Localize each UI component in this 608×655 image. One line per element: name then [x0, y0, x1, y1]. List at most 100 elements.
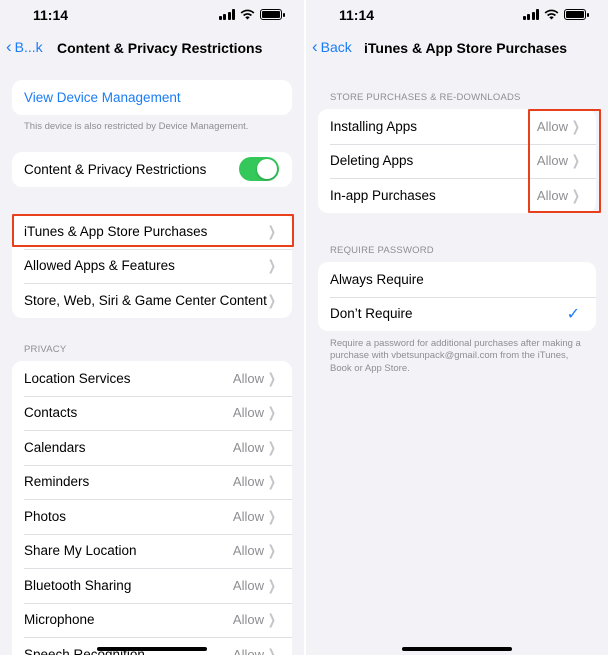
- privacy-item-label: Reminders: [24, 474, 90, 490]
- store-purchases-list: Installing Apps Allow ❯ Deleting Apps Allow…: [318, 109, 596, 213]
- page-title: Content & Privacy Restrictions: [57, 40, 263, 56]
- chevron-right-icon: ❯: [268, 404, 277, 421]
- checkmark-icon: ✓: [566, 305, 580, 323]
- privacy-list: Location Services Allow ❯ Contacts Allow ❯ C…: [12, 361, 292, 655]
- privacy-item-label: Bluetooth Sharing: [24, 577, 132, 593]
- view-device-management-link[interactable]: View Device Management: [12, 80, 292, 115]
- privacy-item-calendars[interactable]: Calendars Allow ❯: [12, 430, 292, 465]
- privacy-item-contacts[interactable]: Contacts Allow ❯: [12, 395, 292, 431]
- back-button[interactable]: ‹ B...k: [6, 38, 43, 55]
- option-always-require[interactable]: Always Require: [318, 262, 596, 297]
- store-item-value: Allow: [536, 187, 568, 203]
- privacy-item-value: Allow: [232, 612, 264, 628]
- chevron-left-icon: ‹: [312, 37, 318, 56]
- privacy-item-value: Allow: [232, 543, 264, 559]
- menu-item-label: Store, Web, Siri & Game Center Content: [24, 292, 267, 308]
- privacy-item-value: Allow: [232, 577, 264, 593]
- privacy-item-label: Calendars: [24, 439, 86, 455]
- privacy-item-share-location[interactable]: Share My Location Allow ❯: [12, 533, 292, 569]
- home-indicator[interactable]: [97, 647, 207, 651]
- device-management-group: View Device Management: [12, 80, 292, 115]
- store-item-in-app-purchases[interactable]: In-app Purchases Allow ❯: [318, 178, 596, 213]
- option-dont-require[interactable]: Don’t Require ✓: [318, 296, 596, 332]
- privacy-item-photos[interactable]: Photos Allow ❯: [12, 499, 292, 534]
- chevron-right-icon: ❯: [572, 117, 581, 134]
- require-password-header: REQUIRE PASSWORD: [330, 245, 434, 256]
- status-icons: [218, 9, 285, 20]
- status-time: 11:14: [339, 7, 375, 23]
- privacy-item-speech-recognition[interactable]: Speech Recognition Allow ❯: [12, 637, 292, 655]
- chevron-right-icon: ❯: [268, 291, 277, 308]
- menu-item-itunes-purchases[interactable]: iTunes & App Store Purchases ❯: [12, 214, 292, 249]
- privacy-item-value: Allow: [232, 508, 264, 524]
- chevron-right-icon: ❯: [268, 369, 277, 386]
- chevron-right-icon: ❯: [268, 576, 277, 593]
- wifi-icon: [544, 9, 559, 20]
- page-title: iTunes & App Store Purchases: [364, 40, 568, 56]
- privacy-item-reminders[interactable]: Reminders Allow ❯: [12, 464, 292, 500]
- privacy-item-value: Allow: [232, 646, 264, 655]
- store-item-installing-apps[interactable]: Installing Apps Allow ❯: [318, 109, 596, 144]
- privacy-item-value: Allow: [232, 370, 264, 386]
- option-label: Always Require: [330, 271, 424, 287]
- privacy-item-value: Allow: [232, 439, 264, 455]
- back-label: Back: [320, 38, 352, 55]
- option-label: Don’t Require: [330, 306, 413, 322]
- chevron-right-icon: ❯: [268, 257, 277, 274]
- restrictions-toggle-row: Content & Privacy Restrictions: [12, 152, 292, 187]
- restrictions-menu: iTunes & App Store Purchases ❯ Allowed A…: [12, 214, 292, 318]
- chevron-right-icon: ❯: [268, 611, 277, 628]
- store-item-label: Deleting Apps: [330, 153, 414, 169]
- store-item-label: In-app Purchases: [330, 187, 436, 203]
- menu-item-content-restrictions[interactable]: Store, Web, Siri & Game Center Content ❯: [12, 283, 292, 318]
- chevron-right-icon: ❯: [268, 473, 277, 490]
- store-item-label: Installing Apps: [330, 118, 418, 134]
- menu-item-allowed-apps[interactable]: Allowed Apps & Features ❯: [12, 248, 292, 284]
- privacy-item-bluetooth-sharing[interactable]: Bluetooth Sharing Allow ❯: [12, 568, 292, 603]
- chevron-left-icon: ‹: [6, 37, 12, 56]
- privacy-item-value: Allow: [232, 405, 264, 421]
- signal-icon: [218, 9, 235, 20]
- status-time: 11:14: [33, 7, 69, 23]
- restrictions-toggle[interactable]: [239, 157, 279, 181]
- privacy-item-location-services[interactable]: Location Services Allow ❯: [12, 361, 292, 396]
- chevron-right-icon: ❯: [572, 152, 581, 169]
- restrictions-toggle-group: Content & Privacy Restrictions: [12, 152, 292, 187]
- right-screen: 11:14 ‹ Back iTunes & App Store Purchase…: [306, 0, 608, 655]
- nav-bar: ‹ B...k Content & Privacy Restrictions: [0, 36, 304, 62]
- device-management-label: View Device Management: [24, 89, 181, 105]
- menu-item-label: iTunes & App Store Purchases: [24, 223, 208, 239]
- privacy-item-label: Microphone: [24, 612, 95, 628]
- chevron-right-icon: ❯: [268, 222, 277, 239]
- wifi-icon: [240, 9, 255, 20]
- left-screen: 11:14 ‹ B...k Content & Privacy Restrict…: [0, 0, 304, 655]
- store-item-value: Allow: [536, 153, 568, 169]
- chevron-right-icon: ❯: [268, 542, 277, 559]
- privacy-item-label: Contacts: [24, 405, 78, 421]
- back-button[interactable]: ‹ Back: [312, 38, 352, 55]
- status-icons: [522, 9, 589, 20]
- privacy-item-label: Share My Location: [24, 543, 137, 559]
- nav-bar: ‹ Back iTunes & App Store Purchases: [306, 36, 608, 62]
- chevron-right-icon: ❯: [268, 507, 277, 524]
- store-item-deleting-apps[interactable]: Deleting Apps Allow ❯: [318, 143, 596, 179]
- privacy-item-value: Allow: [232, 474, 264, 490]
- store-item-value: Allow: [536, 118, 568, 134]
- battery-icon: [564, 9, 589, 20]
- status-bar: 11:14: [0, 6, 304, 26]
- signal-icon: [522, 9, 539, 20]
- privacy-item-label: Photos: [24, 508, 67, 524]
- back-label: B...k: [14, 38, 43, 55]
- menu-item-label: Allowed Apps & Features: [24, 258, 175, 274]
- status-bar: 11:14: [306, 6, 608, 26]
- chevron-right-icon: ❯: [268, 645, 277, 655]
- require-password-list: Always Require Don’t Require ✓: [318, 262, 596, 331]
- password-footer-note: Require a password for additional purcha…: [330, 338, 581, 374]
- battery-icon: [260, 9, 285, 20]
- home-indicator[interactable]: [402, 647, 512, 651]
- privacy-item-label: Location Services: [24, 370, 131, 386]
- device-management-note: This device is also restricted by Device…: [24, 121, 249, 132]
- toggle-knob: [257, 159, 277, 179]
- chevron-right-icon: ❯: [572, 186, 581, 203]
- privacy-item-microphone[interactable]: Microphone Allow ❯: [12, 602, 292, 638]
